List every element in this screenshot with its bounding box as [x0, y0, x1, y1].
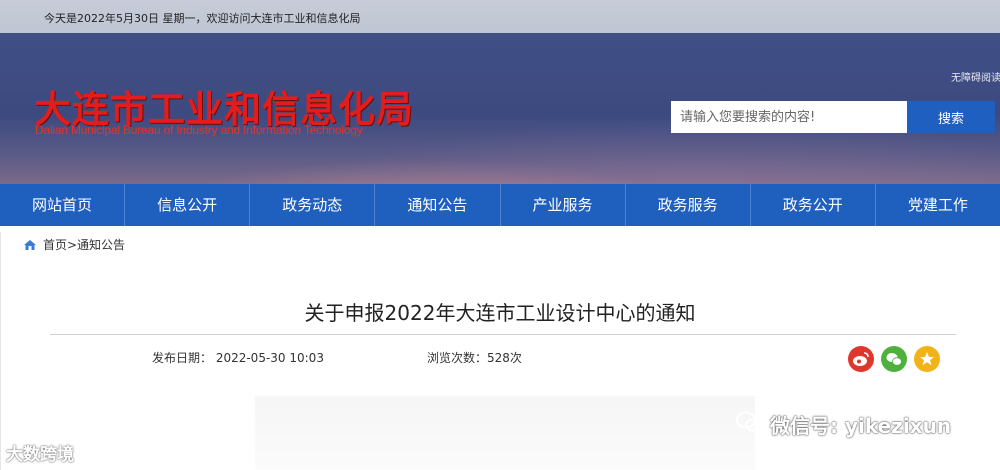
wechat-share-button[interactable]	[881, 346, 907, 372]
breadcrumb: 首页>通知公告	[23, 236, 125, 253]
top-info-bar: 今天是2022年5月30日 星期一，欢迎访问大连市工业和信息化局	[0, 0, 1000, 33]
favorite-button[interactable]	[914, 346, 940, 372]
accessibility-link[interactable]: 无障碍阅读	[951, 69, 1000, 84]
weibo-icon	[853, 352, 869, 366]
nav-item-home[interactable]: 网站首页	[0, 184, 126, 226]
favorite-icon	[920, 352, 934, 366]
breadcrumb-text[interactable]: 首页>通知公告	[43, 236, 125, 253]
nav-item-industry-services[interactable]: 产业服务	[501, 184, 626, 226]
publish-date: 发布日期： 2022-05-30 10:03	[152, 351, 324, 365]
wechat-icon	[886, 353, 902, 366]
search-input[interactable]	[671, 101, 907, 133]
view-count: 浏览次数：528次	[427, 351, 522, 365]
nav-item-notices[interactable]: 通知公告	[375, 184, 501, 226]
watermark-left: 大数跨境	[6, 445, 74, 465]
weibo-share-button[interactable]	[848, 346, 874, 372]
wechat-watermark-icon	[736, 411, 761, 432]
nav-item-gov-services[interactable]: 政务服务	[626, 184, 751, 226]
main-nav: 网站首页 信息公开 政务动态 通知公告 产业服务 政务服务 政务公开 党建工作	[0, 184, 1000, 226]
search-button[interactable]: 搜索	[907, 101, 995, 133]
article-title: 关于申报2022年大连市工业设计中心的通知	[304, 301, 696, 325]
nav-item-gov-news[interactable]: 政务动态	[250, 184, 376, 226]
home-icon	[24, 239, 36, 250]
article-divider	[50, 334, 956, 335]
nav-item-party-building[interactable]: 党建工作	[876, 184, 1000, 226]
welcome-text: 今天是2022年5月30日 星期一，欢迎访问大连市工业和信息化局	[44, 12, 361, 25]
document-preview	[255, 396, 755, 470]
nav-item-info-disclosure[interactable]: 信息公开	[125, 184, 251, 226]
header-banner: 大连市工业和信息化局 Dalian Municipal Bureau of In…	[0, 33, 1000, 184]
watermark-right: 微信号: yikezixun	[770, 414, 952, 438]
left-divider	[0, 232, 1, 470]
site-logo-en: Dalian Municipal Bureau of Industry and …	[35, 123, 363, 137]
nav-item-gov-affairs[interactable]: 政务公开	[751, 184, 876, 226]
